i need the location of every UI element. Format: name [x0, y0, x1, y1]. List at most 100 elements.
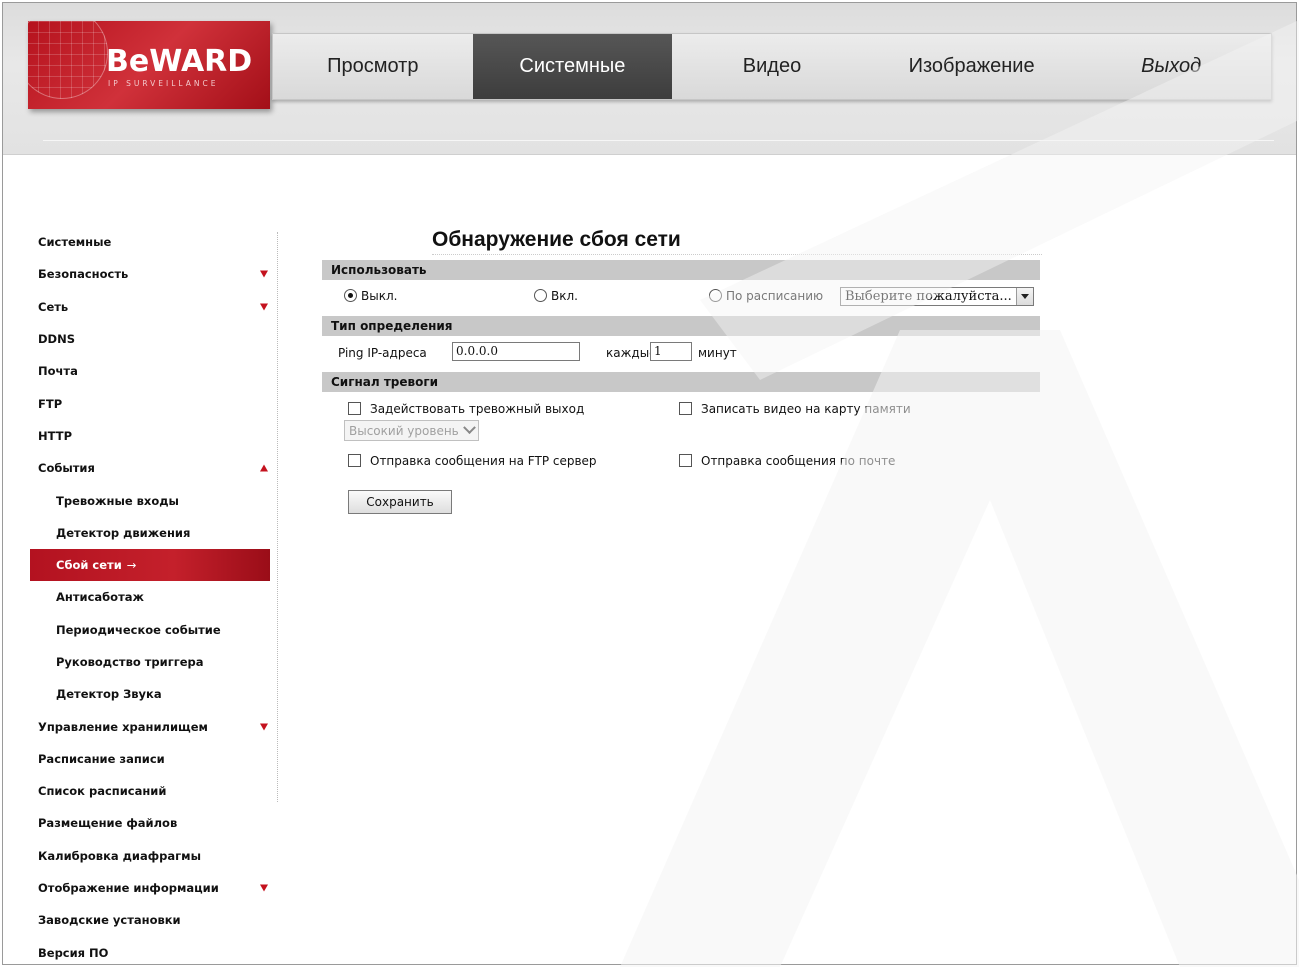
alarm-output-label: Задействовать тревожный выход: [370, 402, 585, 416]
sidebar-item-ddns[interactable]: DDNS: [30, 323, 270, 355]
nav-image[interactable]: Изображение: [872, 34, 1072, 99]
sidebar-item-file-location[interactable]: Размещение файлов: [30, 807, 270, 839]
section-header-alarm: Сигнал тревоги: [322, 372, 1040, 392]
radio-schedule[interactable]: По расписанию: [709, 289, 823, 303]
sidebar-item-schedule-list[interactable]: Список расписаний: [30, 775, 270, 807]
radio-on-icon[interactable]: [534, 289, 547, 302]
header-divider: [43, 140, 1274, 141]
sidebar-item-manual-trigger[interactable]: Руководство триггера: [30, 646, 270, 678]
sidebar-item-info-display[interactable]: Отображение информации: [30, 872, 270, 904]
sidebar-item-network-failure[interactable]: Сбой сети →: [30, 548, 270, 582]
sidebar-item-system[interactable]: Системные: [30, 226, 270, 258]
top-nav: Просмотр Системные Видео Изображение Вых…: [272, 33, 1272, 100]
logo-subtitle: IP SURVEILLANCE: [108, 79, 219, 88]
radio-off-icon[interactable]: [344, 289, 357, 302]
sidebar-item-firmware-version[interactable]: Версия ПО: [30, 937, 270, 967]
sidebar: Системные Безопасность Сеть DDNS Почта F…: [30, 226, 270, 967]
sidebar-item-label: Тревожные входы: [56, 493, 179, 508]
sidebar-item-network[interactable]: Сеть: [30, 291, 270, 323]
nav-system[interactable]: Системные: [472, 34, 673, 99]
sidebar-item-label: Антисаботаж: [56, 590, 144, 605]
sidebar-item-label: Управление хранилищем: [38, 719, 208, 734]
sidebar-item-label: Детектор Звука: [56, 687, 162, 702]
sidebar-item-periodic-event[interactable]: Периодическое событие: [30, 614, 270, 646]
sidebar-item-alarm-inputs[interactable]: Тревожные входы: [30, 484, 270, 516]
sidebar-separator: [277, 232, 278, 802]
sidebar-item-label: Периодическое событие: [56, 622, 221, 637]
radio-schedule-label: По расписанию: [726, 289, 824, 303]
chevron-down-icon[interactable]: [260, 303, 268, 311]
sidebar-item-label: Расписание записи: [38, 751, 165, 766]
alarm-output-option[interactable]: Задействовать тревожный выход: [348, 402, 584, 416]
section-header-detection: Тип определения: [322, 316, 1040, 336]
schedule-select-value: Выберите пожалуйста...: [845, 289, 1012, 304]
nav-video[interactable]: Видео: [672, 34, 872, 99]
sidebar-item-label: Заводские установки: [38, 913, 181, 928]
ip-address-input[interactable]: 0.0.0.0: [452, 342, 580, 361]
sidebar-item-label: DDNS: [38, 332, 75, 347]
sidebar-item-label: Калибровка диафрагмы: [38, 848, 201, 863]
mail-option[interactable]: Отправка сообщения по почте: [679, 454, 895, 468]
arrow-right-icon: →: [126, 558, 137, 573]
sidebar-item-storage[interactable]: Управление хранилищем: [30, 710, 270, 742]
sidebar-item-mail[interactable]: Почта: [30, 355, 270, 387]
sidebar-item-factory-default[interactable]: Заводские установки: [30, 904, 270, 936]
sidebar-item-label: HTTP: [38, 428, 73, 443]
chevron-down-icon[interactable]: [260, 884, 268, 892]
radio-off-label: Выкл.: [361, 289, 398, 303]
nav-logout[interactable]: Выход: [1071, 34, 1271, 99]
interval-input[interactable]: 1: [650, 342, 692, 361]
save-button[interactable]: Сохранить: [348, 490, 452, 514]
nav-view[interactable]: Просмотр: [273, 34, 473, 99]
sidebar-item-label: Безопасность: [38, 267, 129, 282]
ftp-option[interactable]: Отправка сообщения на FTP сервер: [348, 454, 597, 468]
sidebar-item-label: Детектор движения: [56, 525, 191, 540]
select-dropdown-button[interactable]: [1015, 288, 1033, 305]
sidebar-item-label: Список расписаний: [38, 784, 167, 799]
every-label: каждые: [606, 346, 657, 360]
alarm-level-row: Высокий уровень: [322, 420, 1040, 442]
sidebar-item-label: События: [38, 461, 95, 476]
radio-on[interactable]: Вкл.: [534, 289, 578, 303]
alarm-output-checkbox[interactable]: [348, 402, 361, 415]
section-header-use: Использовать: [322, 260, 1040, 280]
sidebar-item-label: Размещение файлов: [38, 816, 178, 831]
mail-label: Отправка сообщения по почте: [701, 454, 896, 468]
sidebar-item-record-schedule[interactable]: Расписание записи: [30, 743, 270, 775]
sidebar-item-label: Системные: [38, 235, 112, 250]
sidebar-item-audio-detector[interactable]: Детектор Звука: [30, 678, 270, 710]
sidebar-item-label: FTP: [38, 396, 63, 411]
chevron-down-icon: [462, 421, 476, 435]
record-sd-label: Записать видео на карту памяти: [701, 402, 911, 416]
chevron-down-icon[interactable]: [260, 270, 268, 278]
title-divider: [432, 254, 1042, 255]
alarm-row-1: Задействовать тревожный выход Записать в…: [322, 402, 1040, 422]
chevron-up-icon[interactable]: [260, 464, 268, 472]
ping-label: Ping IP-адреса: [338, 346, 427, 360]
beward-logo: BeWARD IP SURVEILLANCE: [28, 21, 270, 109]
sidebar-item-http[interactable]: HTTP: [30, 420, 270, 452]
record-sd-checkbox[interactable]: [679, 402, 692, 415]
page-title: Обнаружение сбоя сети: [432, 228, 681, 251]
record-sd-option[interactable]: Записать видео на карту памяти: [679, 402, 911, 416]
logo-text: BeWARD: [106, 44, 253, 79]
chevron-down-icon[interactable]: [260, 723, 268, 731]
sidebar-item-iris-calibration[interactable]: Калибровка диафрагмы: [30, 840, 270, 872]
sidebar-item-label: Версия ПО: [38, 945, 109, 960]
unit-label: минут: [698, 346, 737, 360]
sidebar-item-tamper[interactable]: Антисаботаж: [30, 581, 270, 613]
sidebar-item-label: Сбой сети: [56, 558, 122, 573]
use-row: Выкл. Вкл. По расписанию Выберите пожалу…: [322, 287, 1040, 309]
mail-checkbox[interactable]: [679, 454, 692, 467]
sidebar-item-ftp[interactable]: FTP: [30, 387, 270, 419]
sidebar-item-label: Отображение информации: [38, 881, 219, 896]
sidebar-item-events[interactable]: События: [30, 452, 270, 484]
radio-on-label: Вкл.: [551, 289, 578, 303]
schedule-select[interactable]: Выберите пожалуйста...: [840, 287, 1034, 306]
sidebar-item-security[interactable]: Безопасность: [30, 258, 270, 290]
ftp-checkbox[interactable]: [348, 454, 361, 467]
radio-off[interactable]: Выкл.: [344, 289, 397, 303]
radio-schedule-icon[interactable]: [709, 289, 722, 302]
level-select[interactable]: Высокий уровень: [344, 420, 479, 441]
sidebar-item-motion-detector[interactable]: Детектор движения: [30, 517, 270, 549]
